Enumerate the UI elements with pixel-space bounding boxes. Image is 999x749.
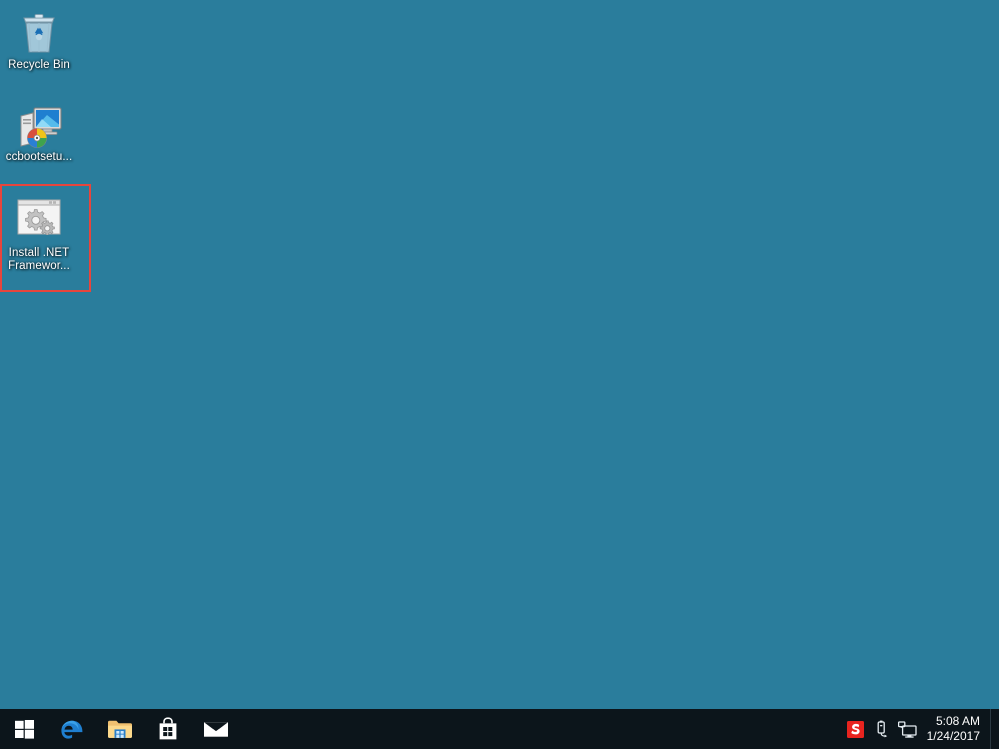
taskbar-item-store[interactable]: [144, 709, 192, 749]
windows-logo-icon: [14, 719, 34, 739]
snagit-s-icon: [847, 720, 865, 738]
usb-eject-icon: [877, 720, 887, 738]
taskbar-item-mail[interactable]: [192, 709, 240, 749]
desktop-icon-install-net-framework[interactable]: Install .NET Framewor...: [0, 196, 78, 273]
taskbar-clock[interactable]: 5:08 AM 1/24/2017: [921, 714, 990, 744]
clock-date: 1/24/2017: [926, 729, 980, 743]
system-tray: 5:08 AM 1/24/2017: [843, 709, 999, 749]
desktop-icon-label-line1: Install .NET: [8, 247, 70, 259]
taskbar: 5:08 AM 1/24/2017: [0, 709, 999, 749]
desktop-icon-label: Install .NET Framewor...: [0, 247, 78, 273]
network-monitor-icon: [898, 720, 917, 738]
recycle-bin-icon: [0, 8, 78, 56]
taskbar-item-file-explorer[interactable]: [96, 709, 144, 749]
show-desktop-button[interactable]: [990, 709, 997, 749]
taskbar-empty-area[interactable]: [240, 709, 843, 749]
tray-item-snagit[interactable]: [843, 709, 869, 749]
start-button[interactable]: [0, 709, 48, 749]
folder-icon: [108, 720, 132, 738]
desktop-icon-ccbootsetup[interactable]: ccbootsetu...: [0, 100, 78, 164]
tray-item-network[interactable]: [895, 709, 921, 749]
edge-icon: [61, 720, 83, 739]
taskbar-buttons: [0, 709, 240, 749]
desktop-icon-recycle-bin[interactable]: Recycle Bin: [0, 8, 78, 72]
mail-envelope-icon: [204, 722, 228, 737]
tray-item-safely-remove-hardware[interactable]: [869, 709, 895, 749]
store-bag-icon: [159, 717, 177, 740]
setup-computer-icon: [0, 100, 78, 148]
desktop-background[interactable]: Recycle Bin ccbootsetu... Install .NET F…: [0, 0, 999, 749]
clock-time: 5:08 AM: [935, 714, 980, 728]
gears-window-icon: [0, 196, 78, 244]
taskbar-item-edge[interactable]: [48, 709, 96, 749]
desktop-icon-label-line2: Framewor...: [8, 260, 70, 272]
